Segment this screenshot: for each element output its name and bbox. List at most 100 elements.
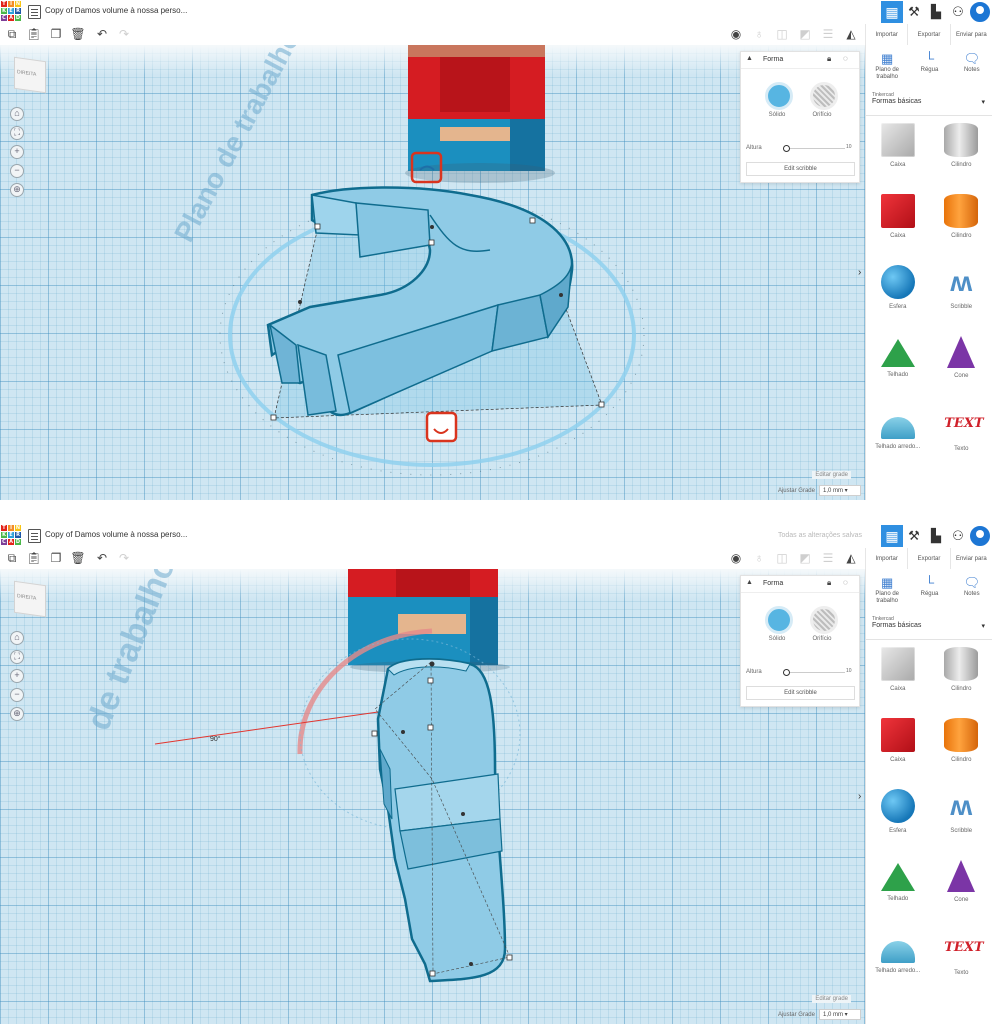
lock-icon[interactable]: 🔒︎ [827, 578, 831, 588]
collapse-library-icon[interactable]: › [858, 267, 861, 278]
workplane-tab[interactable]: ▦ Plano de trabalho [866, 45, 908, 90]
shape-text[interactable]: TEXT Texto [930, 407, 992, 465]
shape-cylinder-orange[interactable]: Cilindro [930, 194, 992, 252]
workplane-viewport[interactable]: de trabalho 90° DIREITA ⌂ ⛶ + − ⊕ ▲ Form… [0, 569, 865, 1024]
delete-icon[interactable]: 🗑︎ [70, 26, 86, 42]
shape-cylinder-orange[interactable]: Cilindro [930, 718, 992, 776]
collapse-library-icon[interactable]: › [858, 791, 861, 802]
rotate-handle-bottom[interactable] [425, 411, 458, 443]
copy-icon[interactable]: ⧉ [4, 26, 20, 42]
snap-grid-select[interactable]: 1,0 mm ▾ [819, 485, 861, 496]
shape-sphere[interactable]: Esfera [866, 789, 930, 847]
delete-icon[interactable]: 🗑︎ [70, 550, 86, 566]
shape-cone[interactable]: Cone [930, 336, 992, 394]
visibility-bulb-icon[interactable]: ◌ [843, 54, 848, 63]
solid-swatch[interactable] [765, 606, 793, 634]
ungroup-icon[interactable]: ◩ [797, 26, 813, 42]
red-blue-block[interactable] [348, 569, 510, 673]
group-icon[interactable]: ◫ [774, 550, 790, 566]
library-category-select[interactable]: Formas básicas ▾ [872, 98, 985, 110]
hammer-icon[interactable]: ⚒ [903, 525, 925, 547]
shape-round-roof[interactable]: Telhado arredo... [866, 931, 930, 989]
redo-icon[interactable]: ↷ [116, 550, 132, 566]
duplicate-icon[interactable]: ❐ [48, 550, 64, 566]
shape-cylinder-grey[interactable]: Cilindro [930, 123, 992, 181]
light-bulb-icon[interactable]: ♁ [751, 26, 767, 42]
home-view-icon[interactable]: ⌂ [10, 631, 24, 645]
avatar-icon[interactable] [969, 525, 991, 547]
ortho-view-icon[interactable]: ⊕ [10, 183, 24, 197]
lock-icon[interactable]: 🔒︎ [827, 54, 831, 64]
import-button[interactable]: Importar [865, 548, 907, 569]
ruler-tab[interactable]: └ Régua [908, 45, 950, 90]
shape-scribble[interactable]: ʍ Scribble [930, 789, 992, 847]
fit-view-icon[interactable]: ⛶ [10, 126, 24, 140]
grid-view-icon[interactable]: ▦ [881, 1, 903, 23]
export-button[interactable]: Exportar [907, 24, 949, 45]
shape-scribble[interactable]: ʍ Scribble [930, 265, 992, 323]
design-list-icon[interactable] [28, 5, 41, 19]
zoom-out-icon[interactable]: − [10, 164, 24, 178]
zoom-in-icon[interactable]: + [10, 145, 24, 159]
paste-icon[interactable]: 📋︎ [26, 550, 42, 566]
visibility-bulb-icon[interactable]: ◌ [843, 578, 848, 587]
tinkercad-logo[interactable]: T I N K E R C A D [1, 525, 21, 545]
scribble-hand-shape[interactable] [376, 658, 507, 983]
redo-icon[interactable]: ↷ [116, 26, 132, 42]
shape-roof[interactable]: Telhado [866, 860, 930, 918]
eye-icon[interactable]: ◉ [728, 26, 744, 42]
edit-grid-button[interactable]: Editar grade [812, 471, 851, 479]
shape-box-red[interactable]: Caixa [866, 718, 930, 776]
ortho-view-icon[interactable]: ⊕ [10, 707, 24, 721]
solid-swatch[interactable] [765, 82, 793, 110]
shape-roof[interactable]: Telhado [866, 336, 930, 394]
shape-cone[interactable]: Cone [930, 860, 992, 918]
group-icon[interactable]: ◫ [774, 26, 790, 42]
zoom-out-icon[interactable]: − [10, 688, 24, 702]
shape-box-grey[interactable]: Caixa [866, 647, 930, 705]
undo-icon[interactable]: ↶ [94, 550, 110, 566]
send-to-button[interactable]: Enviar para [949, 548, 992, 569]
zoom-in-icon[interactable]: + [10, 669, 24, 683]
hole-swatch[interactable] [810, 82, 838, 110]
edit-grid-button[interactable]: Editar grade [812, 995, 851, 1003]
slider-knob[interactable] [783, 669, 790, 676]
avatar-icon[interactable] [969, 1, 991, 23]
send-to-button[interactable]: Enviar para [949, 24, 992, 45]
fit-view-icon[interactable]: ⛶ [10, 650, 24, 664]
shape-cylinder-grey[interactable]: Cilindro [930, 647, 992, 705]
height-slider[interactable] [783, 145, 845, 152]
workplane-tab[interactable]: ▦ Plano de trabalho [866, 569, 908, 614]
shape-box-grey[interactable]: Caixa [866, 123, 930, 181]
blocks-icon[interactable]: ▙ [925, 1, 947, 23]
undo-icon[interactable]: ↶ [94, 26, 110, 42]
ruler-tab[interactable]: └ Régua [908, 569, 950, 614]
home-view-icon[interactable]: ⌂ [10, 107, 24, 121]
align-icon[interactable]: ☰ [820, 26, 836, 42]
blocks-icon[interactable]: ▙ [925, 525, 947, 547]
shape-sphere[interactable]: Esfera [866, 265, 930, 323]
hammer-icon[interactable]: ⚒ [903, 1, 925, 23]
library-category-select[interactable]: Formas básicas ▾ [872, 622, 985, 634]
add-user-icon[interactable]: ⚇ [947, 1, 969, 23]
ungroup-icon[interactable]: ◩ [797, 550, 813, 566]
collapse-caret-icon[interactable]: ▲ [746, 55, 753, 62]
edit-scribble-button[interactable]: Edit scribble [746, 686, 855, 700]
workplane-viewport[interactable]: Plano de trabalho DIREITA ⌂ ⛶ + − ⊕ ▲ Fo… [0, 45, 865, 500]
notes-tab[interactable]: 🗨︎ Notes [951, 569, 992, 614]
design-list-icon[interactable] [28, 529, 41, 543]
shape-round-roof[interactable]: Telhado arredo... [866, 407, 930, 465]
shape-text[interactable]: TEXT Texto [930, 931, 992, 989]
add-user-icon[interactable]: ⚇ [947, 525, 969, 547]
height-slider[interactable] [783, 669, 845, 676]
mirror-icon[interactable]: ◭ [843, 550, 859, 566]
notes-tab[interactable]: 🗨︎ Notes [951, 45, 992, 90]
view-cube[interactable]: DIREITA [14, 56, 46, 94]
align-icon[interactable]: ☰ [820, 550, 836, 566]
copy-icon[interactable]: ⧉ [4, 550, 20, 566]
slider-knob[interactable] [783, 145, 790, 152]
import-button[interactable]: Importar [865, 24, 907, 45]
grid-view-icon[interactable]: ▦ [881, 525, 903, 547]
hole-swatch[interactable] [810, 606, 838, 634]
light-bulb-icon[interactable]: ♁ [751, 550, 767, 566]
